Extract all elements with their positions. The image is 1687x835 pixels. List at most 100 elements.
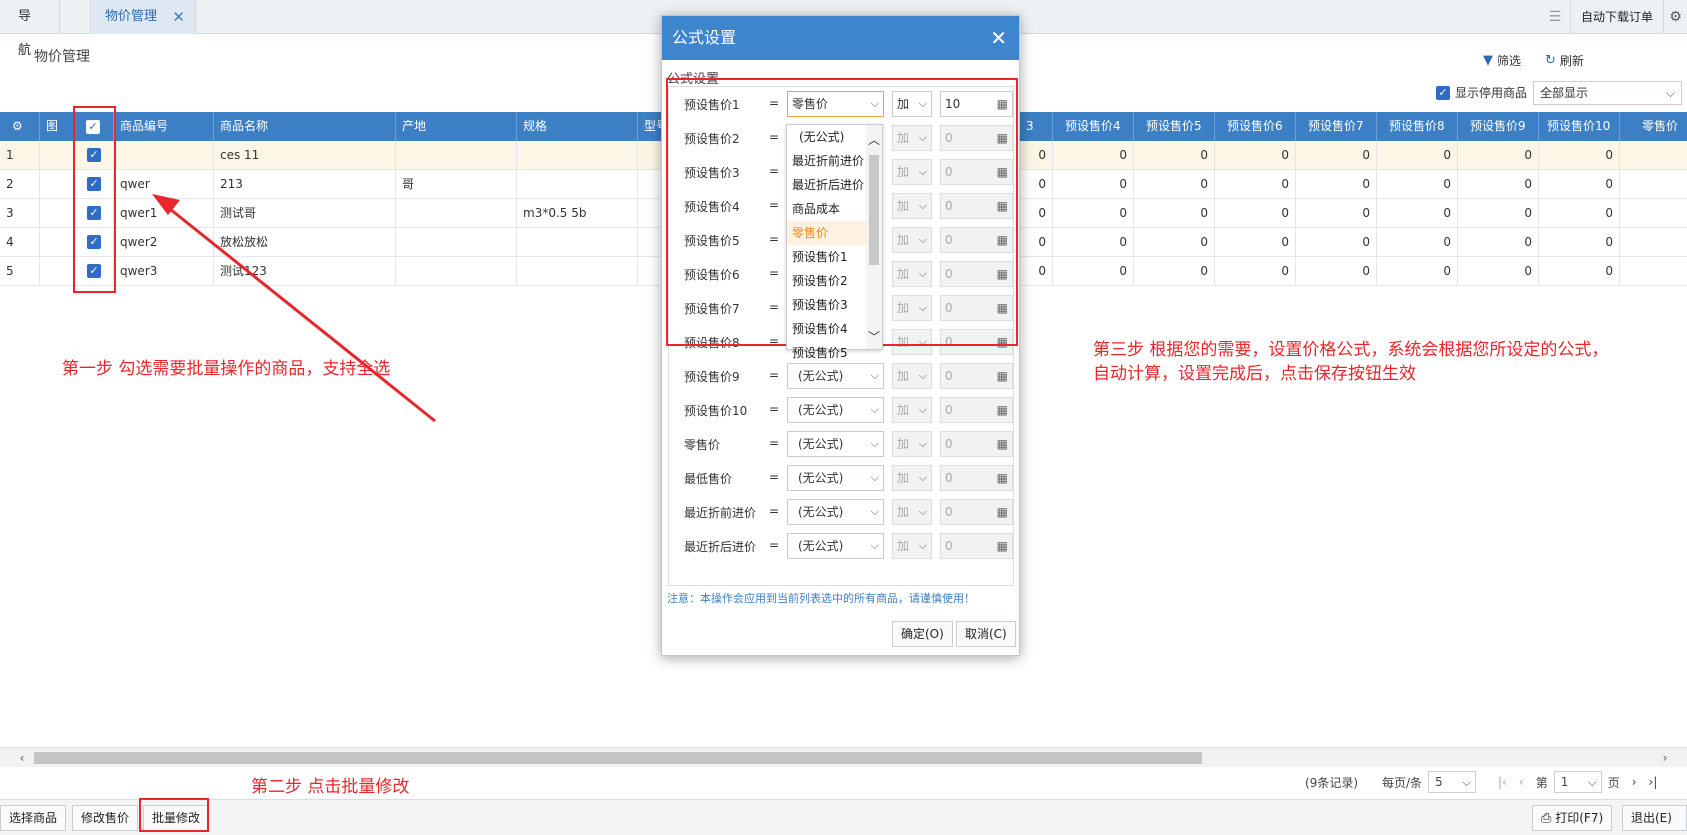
operator-select[interactable]: 加 ⌵ xyxy=(892,499,932,525)
formula-dropdown-list: (无公式) 最近折前进价 最近折后进价 商品成本 零售价 预设售价1 预设售价2… xyxy=(786,124,883,360)
chevron-up-icon[interactable]: ︿ xyxy=(868,131,880,148)
calculator-icon[interactable]: ▦ xyxy=(997,534,1008,558)
batch-modify-highlight xyxy=(139,798,209,832)
formula-label: 最近折后进价 xyxy=(684,540,757,554)
prev-page-icon[interactable]: ‹ xyxy=(1519,775,1524,789)
value-input[interactable]: 0 ▦ xyxy=(940,499,1013,525)
exit-button[interactable]: 退出(E) xyxy=(1622,805,1687,831)
formula-label: 最近折前进价 xyxy=(684,506,757,520)
page-select[interactable]: 1 ⌵ xyxy=(1553,771,1602,793)
scrollbar-thumb[interactable] xyxy=(34,752,1202,764)
calculator-icon[interactable]: ▦ xyxy=(997,398,1008,422)
operator-select[interactable]: 加 ⌵ xyxy=(892,363,932,389)
operator-select[interactable]: 加 ⌵ xyxy=(892,431,932,457)
formula-row: 预设售价10 = (无公式) ⌵ 加 ⌵ 0 ▦ xyxy=(669,393,1015,427)
arrow-line xyxy=(164,203,436,423)
dropdown-option[interactable]: 预设售价4 xyxy=(787,317,867,341)
equals-sign: = xyxy=(769,402,780,416)
calculator-icon[interactable]: ▦ xyxy=(997,500,1008,524)
equals-sign: = xyxy=(769,504,780,518)
close-icon[interactable]: ✕ xyxy=(990,16,1007,60)
calculator-icon[interactable]: ▦ xyxy=(997,466,1008,490)
formula-value: (无公式) xyxy=(798,403,844,417)
formula-label: 预设售价9 xyxy=(684,370,740,384)
dropdown-option[interactable]: 商品成本 xyxy=(787,197,867,221)
value-text: 0 xyxy=(945,369,953,383)
dialog-warning-note: 注意：本操作会应用到当前列表选中的所有商品，请谨慎使用！ xyxy=(667,592,975,605)
dialog-title: 公式设置 xyxy=(672,28,737,47)
value-input[interactable]: 0 ▦ xyxy=(940,465,1013,491)
dropdown-scrollbar[interactable]: ︿ ﹀ xyxy=(866,125,882,349)
formula-label: 零售价 xyxy=(684,438,721,452)
dropdown-option[interactable]: 最近折后进价 xyxy=(787,173,867,197)
page-suffix: 页 xyxy=(1607,775,1620,790)
formula-label: 最低售价 xyxy=(684,472,733,486)
ok-button[interactable]: 确定(O) xyxy=(892,621,953,647)
dropdown-option[interactable]: 预设售价3 xyxy=(787,293,867,317)
value-text: 0 xyxy=(945,437,953,451)
modify-price-button[interactable]: 修改售价 xyxy=(72,805,139,831)
dropdown-option[interactable]: 预设售价2 xyxy=(787,269,867,293)
annotation-step3-line1: 第三步 根据您的需要，设置价格公式，系统会根据您所设定的公式， xyxy=(1093,340,1609,360)
page-value: 1 xyxy=(1560,775,1569,789)
next-page-icon[interactable]: › xyxy=(1632,775,1637,789)
formula-settings-dialog: 公式设置 ✕ 公式设置 预设售价1 = 零售价 ⌵ 加 ⌵ 10 ▦ 预设售价2 = … xyxy=(661,15,1020,656)
annotation-step2: 第二步 点击批量修改 xyxy=(251,777,410,797)
formula-row: 零售价 = (无公式) ⌵ 加 ⌵ 0 ▦ xyxy=(669,427,1015,461)
chevron-down-icon: ⌵ xyxy=(870,471,879,484)
dropdown-option[interactable]: 预设售价1 xyxy=(787,245,867,269)
dropdown-option[interactable]: 预设售价5 xyxy=(787,341,867,365)
formula-value: (无公式) xyxy=(798,539,844,553)
operator-select[interactable]: 加 ⌵ xyxy=(892,397,932,423)
page-prefix: 第 xyxy=(1535,775,1548,790)
chevron-down-icon: ⌵ xyxy=(1587,775,1597,789)
chevron-down-icon: ⌵ xyxy=(918,471,927,484)
operator-value: 加 xyxy=(897,369,910,383)
operator-select[interactable]: 加 ⌵ xyxy=(892,465,932,491)
select-goods-button[interactable]: 选择商品 xyxy=(0,805,67,831)
formula-select[interactable]: (无公式) ⌵ xyxy=(787,499,884,525)
horizontal-scrollbar[interactable]: ‹ › xyxy=(0,747,1687,767)
chevron-down-icon[interactable]: ﹀ xyxy=(868,328,880,345)
formula-select[interactable]: (无公式) ⌵ xyxy=(787,397,884,423)
first-page-icon[interactable]: |‹ xyxy=(1498,775,1507,789)
last-page-icon[interactable]: ›| xyxy=(1649,775,1658,789)
per-page-select[interactable]: 5 ⌵ xyxy=(1428,771,1477,793)
cancel-button[interactable]: 取消(C) xyxy=(956,621,1016,647)
equals-sign: = xyxy=(769,538,780,552)
chevron-down-icon: ⌵ xyxy=(870,539,879,552)
dropdown-option[interactable]: 最近折前进价 xyxy=(787,149,867,173)
formula-value: (无公式) xyxy=(798,437,844,451)
operator-value: 加 xyxy=(897,437,910,451)
operator-value: 加 xyxy=(897,505,910,519)
chevron-down-icon: ⌵ xyxy=(918,505,927,518)
value-input[interactable]: 0 ▦ xyxy=(940,363,1013,389)
value-text: 0 xyxy=(945,505,953,519)
annotation-step3-line2: 自动计算，设置完成后，点击保存按钮生效 xyxy=(1093,364,1416,384)
formula-select[interactable]: (无公式) ⌵ xyxy=(787,363,884,389)
formula-select[interactable]: (无公式) ⌵ xyxy=(787,533,884,559)
calculator-icon[interactable]: ▦ xyxy=(997,364,1008,388)
scroll-left-icon[interactable]: ‹ xyxy=(12,748,32,768)
value-text: 0 xyxy=(945,471,953,485)
dropdown-scroll-thumb[interactable] xyxy=(869,155,879,265)
formula-select[interactable]: (无公式) ⌵ xyxy=(787,431,884,457)
value-input[interactable]: 0 ▦ xyxy=(940,397,1013,423)
print-button[interactable]: ⎙ 打印(F7) xyxy=(1532,805,1613,831)
dropdown-option[interactable]: (无公式) xyxy=(787,125,867,149)
chevron-down-icon: ⌵ xyxy=(918,369,927,382)
chevron-down-icon: ⌵ xyxy=(870,403,879,416)
chevron-down-icon: ⌵ xyxy=(1461,775,1472,789)
value-input[interactable]: 0 ▦ xyxy=(940,533,1013,559)
value-text: 0 xyxy=(945,539,953,553)
equals-sign: = xyxy=(769,368,780,382)
equals-sign: = xyxy=(769,436,780,450)
calculator-icon[interactable]: ▦ xyxy=(997,432,1008,456)
formula-row: 最近折后进价 = (无公式) ⌵ 加 ⌵ 0 ▦ xyxy=(669,529,1015,563)
dropdown-option-selected[interactable]: 零售价 xyxy=(787,221,867,245)
operator-select[interactable]: 加 ⌵ xyxy=(892,533,932,559)
value-input[interactable]: 0 ▦ xyxy=(940,431,1013,457)
scroll-right-icon[interactable]: › xyxy=(1655,748,1675,768)
formula-row: 最近折前进价 = (无公式) ⌵ 加 ⌵ 0 ▦ xyxy=(669,495,1015,529)
formula-select[interactable]: (无公式) ⌵ xyxy=(787,465,884,491)
